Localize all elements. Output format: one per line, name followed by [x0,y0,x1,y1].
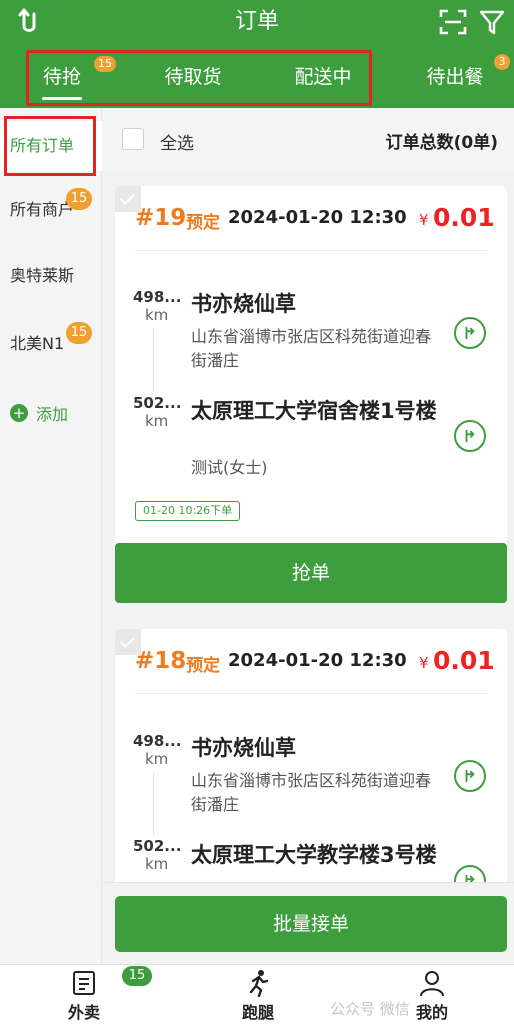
dropoff-distance-unit: km [145,412,169,430]
nav-takeout[interactable]: 外卖 [34,965,134,1024]
order-tag: 预定 [186,656,220,676]
bottom-nav: 外卖 跑腿 我的 [0,964,514,1024]
dropoff-contact: 测试(女士) [191,458,268,477]
card-divider [135,250,487,251]
pickup-address: 山东省淄博市张店区科苑街道迎春街潘庄 [191,327,432,370]
navigate-icon[interactable] [454,420,486,452]
order-number: #18 [135,648,187,674]
order-time: 2024-01-20 12:30 [228,207,407,228]
order-status-tabs: 待抢 15 待取货 配送中 待出餐 3 [0,48,514,108]
order-total-count: 订单总数(0单) [385,133,498,153]
batch-accept-button[interactable]: 批量接单 [115,896,507,952]
dropoff-distance: 502... [133,837,182,855]
pickup-distance: 498... [133,732,182,750]
dropoff-name: 太原理工大学宿舍楼1号楼 [191,399,437,423]
nav-badge: 15 [122,966,152,986]
order-price: 0.01 [433,646,495,675]
user-icon [420,971,444,997]
sidebar-item-all-orders[interactable]: 所有订单 [0,121,102,171]
select-all-checkbox[interactable] [122,128,144,150]
watermark: 公众号 微信 [330,1000,410,1018]
price-currency: ¥ [419,654,429,672]
filter-icon[interactable] [478,8,506,36]
document-list-icon [73,971,95,995]
scan-icon[interactable] [438,8,468,36]
navigate-icon[interactable] [454,760,486,792]
order-number: #19 [135,205,187,231]
plus-icon: + [10,404,28,422]
nav-label: 外卖 [67,1003,100,1022]
tab-awaiting-meal[interactable]: 待出餐 [422,48,488,108]
tab-to-grab-badge: 15 [94,56,116,72]
batch-bar: 批量接单 [102,882,514,964]
navigate-icon[interactable] [454,865,486,882]
price-currency: ¥ [419,211,429,229]
sidebar-badge: 15 [66,188,92,210]
pickup-distance-unit: km [145,306,169,324]
nav-label: 跑腿 [241,1003,274,1022]
sidebar-badge: 15 [66,322,92,344]
route-line [153,328,154,392]
tab-to-pickup[interactable]: 待取货 [160,48,226,108]
pickup-distance-unit: km [145,750,169,768]
dropoff-name: 太原理工大学教学楼3号楼 [191,843,437,867]
tab-to-grab[interactable]: 待抢 [40,48,84,108]
pickup-name: 书亦烧仙草 [191,736,296,760]
pickup-name: 书亦烧仙草 [191,292,296,316]
grab-order-button[interactable]: 抢单 [115,543,507,603]
order-time: 2024-01-20 12:30 [228,650,407,671]
sidebar-item-outlets[interactable]: 奥特莱斯 [0,251,102,301]
runner-icon [249,970,269,997]
order-tag: 预定 [186,213,220,233]
select-all-label: 全选 [160,134,194,154]
tab-delivering[interactable]: 配送中 [290,48,356,108]
merchant-sidebar: 所有订单 所有商户 15 奥特莱斯 北美N1 15 + 添加 [0,108,102,964]
pickup-distance: 498... [133,288,182,306]
select-bar: 全选 订单总数(0单) [102,108,514,174]
app-header: 订单 待抢 15 待取货 配送中 待出餐 3 [0,0,514,108]
navigate-icon[interactable] [454,317,486,349]
page-title: 订单 [234,9,279,34]
route-line [153,772,154,836]
nav-errand[interactable]: 跑腿 [208,965,308,1024]
order-placed-time: 01-20 10:26下单 [135,501,241,521]
order-price: 0.01 [433,203,495,232]
sidebar-add-button[interactable]: + 添加 [10,398,68,428]
dropoff-distance: 502... [133,394,182,412]
dropoff-distance-unit: km [145,855,169,873]
order-card: #18 预定 2024-01-20 12:30 ¥ 0.01 498... km… [115,629,507,882]
tab-awaiting-meal-badge: 3 [494,54,510,70]
order-card: #19 预定 2024-01-20 12:30 ¥ 0.01 498... km… [115,186,507,603]
card-divider [135,693,487,694]
pickup-address: 山东省淄博市张店区科苑街道迎春街潘庄 [191,771,432,814]
